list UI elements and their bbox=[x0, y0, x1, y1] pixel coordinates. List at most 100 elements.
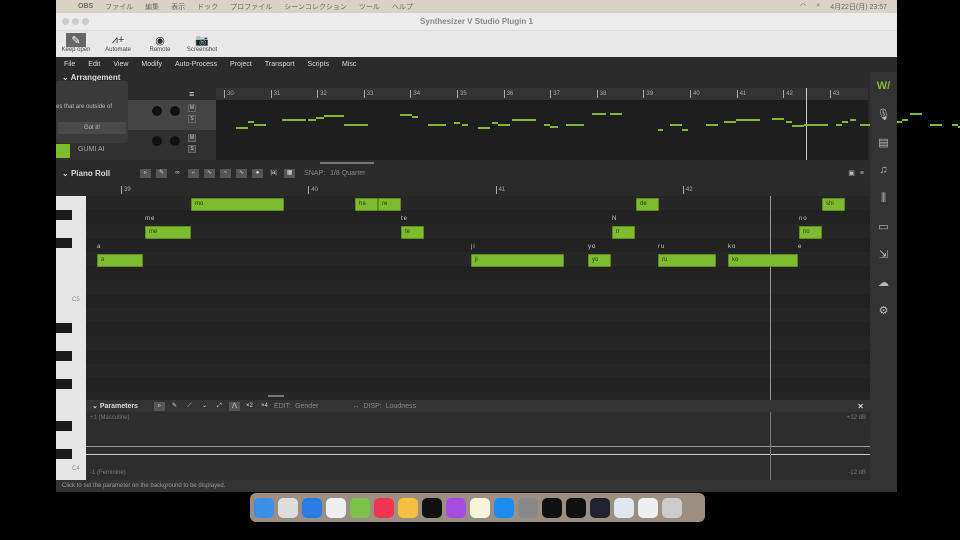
menu-file[interactable]: File bbox=[64, 61, 75, 68]
arrangement-note[interactable] bbox=[786, 121, 792, 123]
trash-icon[interactable] bbox=[662, 497, 682, 518]
pan-knob[interactable] bbox=[170, 136, 180, 146]
parameters-panel[interactable]: ⌄ Parameters ▹ ✎ ⟋ ⌄ ⤢ ⋀ ×2 ×4 EDIT: Gen… bbox=[86, 400, 870, 480]
note[interactable]: ha bbox=[355, 198, 378, 211]
menu-icon[interactable]: ≡ bbox=[860, 170, 864, 177]
note[interactable]: no bbox=[799, 226, 822, 239]
arrangement-note[interactable] bbox=[610, 113, 622, 115]
black-key[interactable] bbox=[56, 351, 72, 361]
x4-icon[interactable]: ×4 bbox=[259, 402, 270, 411]
launchpad-icon[interactable] bbox=[278, 497, 298, 518]
arrangement-area[interactable] bbox=[216, 88, 960, 160]
keyboard-viewer-icon[interactable] bbox=[614, 497, 634, 518]
arrangement-note[interactable] bbox=[248, 121, 254, 123]
menubar-item[interactable]: ドック bbox=[197, 2, 218, 12]
export-icon[interactable]: ⇲ bbox=[870, 240, 897, 268]
menubar-item[interactable]: 表示 bbox=[171, 2, 185, 12]
note[interactable]: yo bbox=[588, 254, 611, 267]
notes-icon[interactable] bbox=[470, 497, 490, 518]
arrangement-note[interactable] bbox=[316, 117, 324, 119]
note[interactable]: de bbox=[636, 198, 659, 211]
note[interactable]: ru bbox=[658, 254, 716, 267]
link-icon[interactable]: ∞ bbox=[172, 169, 183, 178]
arrangement-note[interactable] bbox=[842, 121, 848, 123]
arrangement-note[interactable] bbox=[706, 124, 718, 126]
obs-icon[interactable] bbox=[590, 497, 610, 518]
arrangement-note[interactable] bbox=[454, 122, 460, 124]
close-parameters-button[interactable]: ✕ bbox=[857, 402, 864, 411]
solo-button[interactable]: S bbox=[188, 145, 196, 153]
line-tool-icon[interactable]: ⟋ bbox=[184, 402, 195, 411]
menubar-item[interactable]: シーンコレクション bbox=[284, 2, 347, 12]
piano-roll-ruler[interactable]: 39 40 41 42 bbox=[86, 186, 870, 196]
parameter-curve[interactable] bbox=[86, 446, 870, 447]
playhead[interactable] bbox=[770, 196, 771, 400]
smooth-icon[interactable]: ⌄ bbox=[199, 402, 210, 411]
volume-knob[interactable] bbox=[152, 136, 162, 146]
arrangement-note[interactable] bbox=[428, 124, 446, 126]
pencil-tool-icon[interactable]: ✎ bbox=[169, 402, 180, 411]
note[interactable]: ji bbox=[471, 254, 564, 267]
clapper-icon[interactable]: ▦ bbox=[284, 168, 296, 178]
note[interactable]: me bbox=[145, 226, 191, 239]
app-store-icon[interactable] bbox=[494, 497, 514, 518]
arrangement-note[interactable] bbox=[724, 121, 736, 123]
waveform-icon[interactable]: ● bbox=[252, 168, 264, 178]
menu-misc[interactable]: Misc bbox=[342, 61, 356, 68]
arrangement-note[interactable] bbox=[902, 119, 908, 121]
black-key[interactable] bbox=[56, 421, 72, 431]
synthv-dock-icon[interactable] bbox=[542, 497, 562, 518]
horizontal-scrollbar[interactable] bbox=[268, 395, 284, 397]
arrangement-note[interactable] bbox=[658, 129, 663, 131]
arrangement-note[interactable] bbox=[400, 114, 412, 116]
search-icon[interactable]: ⌕ bbox=[816, 2, 820, 12]
note[interactable]: re bbox=[378, 198, 401, 211]
select-tool-icon[interactable]: ▹ bbox=[140, 168, 152, 178]
arrangement-note[interactable] bbox=[498, 124, 510, 126]
piano-roll-title[interactable]: ⌄ Piano Roll bbox=[62, 169, 110, 178]
mute-button[interactable]: M bbox=[188, 104, 196, 112]
menubar-item[interactable]: プロファイル bbox=[230, 2, 272, 12]
menubar-item[interactable]: ヘルプ bbox=[392, 2, 413, 12]
arrangement-note[interactable] bbox=[324, 115, 344, 117]
black-key[interactable] bbox=[56, 210, 72, 220]
wifi-icon[interactable]: ◠ bbox=[800, 2, 806, 12]
arrangement-note[interactable] bbox=[736, 119, 760, 121]
menu-scripts[interactable]: Scripts bbox=[308, 61, 329, 68]
track-menu-icon[interactable]: ≡ bbox=[189, 89, 194, 99]
screenshot-region-icon[interactable]: ▣ bbox=[848, 169, 855, 177]
gear-icon[interactable]: ⚙ bbox=[870, 296, 897, 324]
vibrato-icon[interactable]: ∿ bbox=[236, 168, 248, 178]
arrangement-note[interactable] bbox=[344, 124, 368, 126]
solo-button[interactable]: S bbox=[188, 115, 196, 123]
arrangement-note[interactable] bbox=[792, 125, 804, 127]
menu-auto-process[interactable]: Auto-Process bbox=[175, 61, 217, 68]
podcasts-icon[interactable] bbox=[446, 497, 466, 518]
piano-roll-grid[interactable]: aamememomohahareretetejijiyoyoNndederuru… bbox=[86, 196, 870, 400]
arrangement-note[interactable] bbox=[308, 119, 316, 121]
pitch-line-icon[interactable]: ~ bbox=[220, 168, 232, 178]
script-editor-icon[interactable] bbox=[350, 497, 370, 518]
menu-view[interactable]: View bbox=[113, 61, 128, 68]
arrangement-note[interactable] bbox=[462, 124, 468, 126]
black-key[interactable] bbox=[56, 449, 72, 459]
arrangement-note[interactable] bbox=[930, 124, 942, 126]
synthv-app-icon[interactable] bbox=[422, 497, 442, 518]
note[interactable]: te bbox=[401, 226, 424, 239]
disp-param-select[interactable]: Loudness bbox=[386, 403, 416, 410]
menubar-item[interactable]: ツール bbox=[359, 2, 380, 12]
arrangement-note[interactable] bbox=[850, 119, 856, 121]
piano-keyboard[interactable]: C5 C4 bbox=[56, 196, 86, 492]
snap-select[interactable]: 1/8 Quarter bbox=[330, 170, 365, 177]
system-settings-icon[interactable] bbox=[518, 497, 538, 518]
arrangement-note[interactable] bbox=[512, 119, 536, 121]
note[interactable]: shi bbox=[822, 198, 845, 211]
got-it-button[interactable]: Got it! bbox=[58, 122, 126, 134]
note[interactable]: n bbox=[612, 226, 635, 239]
menubar-item[interactable]: 編集 bbox=[145, 2, 159, 12]
cloud-icon[interactable]: ☁ bbox=[870, 268, 897, 296]
arrangement-ruler[interactable]: 30 31 32 33 34 35 36 37 38 39 40 41 42 43 bbox=[216, 88, 868, 100]
select-tool-icon[interactable]: ▹ bbox=[153, 401, 165, 411]
ramp-icon[interactable]: ⤢ bbox=[214, 402, 225, 411]
menubar-app-name[interactable]: OBS bbox=[78, 3, 93, 10]
